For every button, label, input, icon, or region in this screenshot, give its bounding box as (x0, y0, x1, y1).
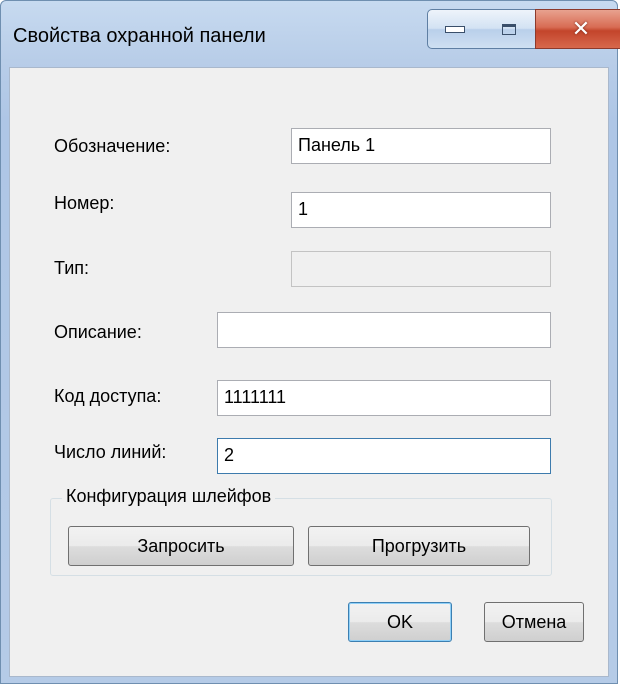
loop-config-title: Конфигурация шлейфов (62, 486, 276, 507)
close-button[interactable]: ✕ (535, 9, 620, 49)
request-button[interactable]: Запросить (68, 526, 294, 566)
cancel-button[interactable]: Отмена (484, 602, 584, 642)
close-icon: ✕ (571, 16, 591, 42)
type-field (291, 251, 551, 287)
maximize-button[interactable] (482, 9, 536, 49)
dialog-window: Свойства охранной панели ✕ Обозначение: … (0, 0, 620, 684)
number-label: Номер: (54, 193, 115, 213)
ok-button[interactable]: OK (348, 602, 452, 642)
lines-count-label: Число линий: (54, 442, 167, 462)
minimize-icon (445, 25, 465, 33)
number-field[interactable]: 1 (291, 192, 551, 228)
access-code-label: Код доступа: (54, 386, 162, 406)
title-bar[interactable]: Свойства охранной панели ✕ (1, 1, 620, 67)
designation-label: Обозначение: (54, 136, 171, 156)
dialog-body: Обозначение: Панель 1 Номер: 1 Тип: Опис… (9, 67, 609, 677)
access-code-field[interactable]: 1111111 (217, 380, 551, 416)
type-label: Тип: (54, 258, 90, 278)
lines-count-field[interactable]: 2 (217, 438, 551, 474)
description-field[interactable] (217, 312, 551, 348)
minimize-button[interactable] (427, 9, 483, 49)
description-label: Описание: (54, 322, 142, 342)
maximize-icon (501, 23, 516, 35)
upload-button[interactable]: Прогрузить (308, 526, 530, 566)
designation-field[interactable]: Панель 1 (291, 128, 551, 164)
window-title: Свойства охранной панели (13, 25, 266, 47)
